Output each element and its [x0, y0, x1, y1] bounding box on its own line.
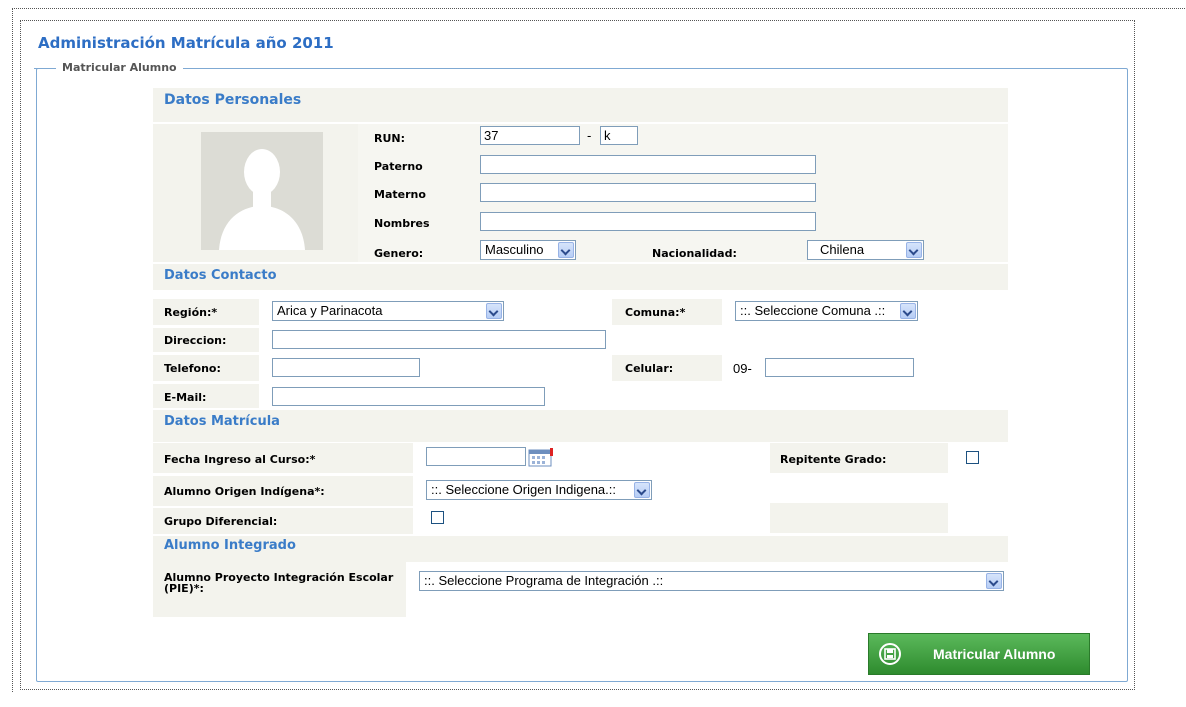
section-title-datos-contacto: Datos Contacto: [164, 268, 277, 283]
matricular-alumno-button[interactable]: Matricular Alumno: [868, 633, 1090, 675]
grupo-diferencial-label: Grupo Diferencial:: [164, 515, 278, 528]
genero-label: Genero:: [374, 247, 424, 260]
fieldset-legend: Matricular Alumno: [34, 61, 183, 74]
repitente-label: Repitente Grado:: [780, 453, 887, 466]
region-label: Región:*: [164, 306, 218, 319]
email-label: E-Mail:: [164, 391, 207, 404]
section-header-band: [153, 410, 1008, 442]
section-title-datos-personales: Datos Personales: [164, 92, 302, 108]
genero-select[interactable]: Masculino: [480, 240, 576, 260]
empty-cell: [770, 503, 948, 533]
telefono-label: Telefono:: [164, 362, 221, 375]
paterno-input[interactable]: [480, 155, 816, 174]
paterno-label: Paterno: [374, 160, 423, 173]
section-header-band: [153, 264, 1008, 290]
origen-indigena-select[interactable]: ::. Seleccione Origen Indigena.::: [426, 480, 652, 500]
chevron-down-icon: [986, 573, 1002, 589]
celular-input[interactable]: [765, 358, 914, 377]
page-title: Administración Matrícula año 2011: [38, 34, 334, 52]
origen-indigena-label: Alumno Origen Indígena*:: [164, 485, 325, 498]
chevron-down-icon: [486, 303, 502, 319]
region-value: Arica y Parinacota: [277, 303, 383, 318]
comuna-value: ::. Seleccione Comuna .::: [740, 303, 886, 318]
avatar-silhouette-icon: [201, 132, 323, 250]
nacionalidad-select[interactable]: Chilena: [807, 240, 924, 260]
telefono-input[interactable]: [272, 358, 420, 377]
chevron-down-icon: [558, 242, 574, 258]
section-title-alumno-integrado: Alumno Integrado: [164, 538, 296, 553]
grupo-diferencial-checkbox[interactable]: [431, 511, 444, 524]
materno-label: Materno: [374, 188, 426, 201]
run-dv-input[interactable]: k: [600, 126, 638, 145]
email-input[interactable]: [272, 387, 545, 406]
celular-label: Celular:: [625, 362, 674, 375]
student-photo-placeholder: [201, 132, 323, 250]
comuna-label: Comuna:*: [625, 306, 686, 319]
celular-prefix: 09-: [733, 361, 752, 376]
nacionalidad-value: Chilena: [820, 242, 865, 257]
region-select[interactable]: Arica y Parinacota: [272, 301, 504, 321]
fecha-ingreso-label: Fecha Ingreso al Curso:*: [164, 453, 316, 466]
direccion-input[interactable]: [272, 330, 606, 349]
chevron-down-icon: [900, 303, 916, 319]
genero-value: Masculino: [485, 242, 544, 257]
nombres-label: Nombres: [374, 217, 430, 230]
save-icon: [879, 643, 901, 665]
materno-input[interactable]: [480, 183, 816, 202]
fecha-ingreso-input[interactable]: [426, 447, 526, 466]
section-title-datos-matricula: Datos Matrícula: [164, 414, 280, 429]
pie-value: ::. Seleccione Programa de Integración .…: [424, 573, 664, 588]
pie-select[interactable]: ::. Seleccione Programa de Integración .…: [419, 571, 1004, 591]
nacionalidad-label: Nacionalidad:: [652, 247, 737, 260]
calendar-icon[interactable]: [528, 447, 554, 467]
repitente-checkbox[interactable]: [966, 451, 979, 464]
chevron-down-icon: [906, 242, 922, 258]
direccion-label: Direccion:: [164, 334, 227, 347]
nombres-input[interactable]: [480, 212, 816, 231]
chevron-down-icon: [634, 482, 650, 498]
matricular-alumno-label: Matricular Alumno: [933, 646, 1056, 662]
run-separator: -: [587, 128, 592, 143]
run-input[interactable]: 37: [480, 126, 580, 145]
origen-indigena-value: ::. Seleccione Origen Indigena.::: [431, 482, 617, 497]
pie-label: Alumno Proyecto Integración Escolar (PIE…: [164, 571, 394, 595]
comuna-select[interactable]: ::. Seleccione Comuna .::: [735, 301, 918, 321]
run-label: RUN:: [374, 132, 406, 145]
